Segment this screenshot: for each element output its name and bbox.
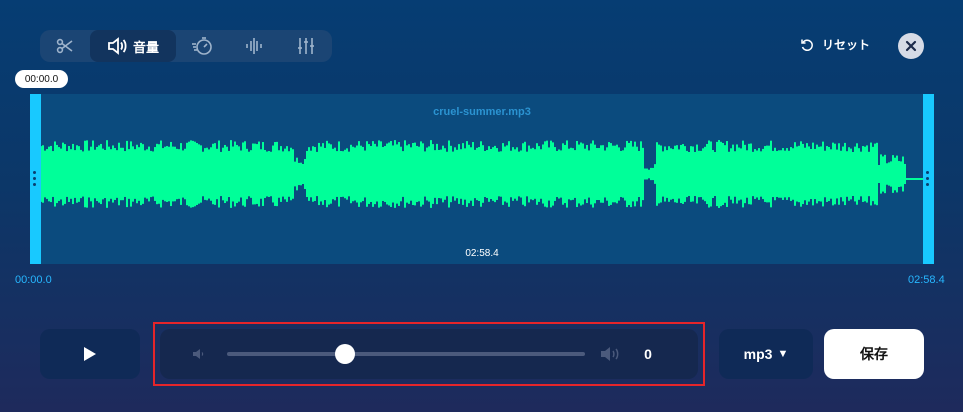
tab-equalizer[interactable]	[228, 30, 280, 62]
volume-icon	[108, 37, 127, 55]
speed-icon	[192, 37, 212, 55]
volume-slider-thumb[interactable]	[335, 344, 356, 364]
start-time: 00:00.0	[15, 274, 52, 286]
volume-low-icon	[193, 349, 204, 359]
trim-start-handle[interactable]	[30, 94, 41, 264]
scissors-icon	[56, 38, 73, 54]
tab-speed[interactable]	[176, 30, 228, 62]
tab-volume[interactable]: 音量	[90, 30, 176, 62]
waveform	[40, 140, 926, 208]
play-button[interactable]	[40, 329, 140, 379]
file-name: cruel-summer.mp3	[433, 106, 531, 118]
close-button[interactable]	[898, 33, 924, 59]
tab-volume-label: 音量	[132, 39, 159, 55]
selection-duration: 02:58.4	[465, 248, 499, 259]
mixer-sliders-icon	[298, 38, 314, 54]
reset-icon	[801, 39, 813, 51]
waveform-panel[interactable]	[30, 94, 934, 264]
equalizer-icon	[246, 38, 262, 54]
close-icon	[905, 40, 917, 52]
grip-dots-icon	[926, 171, 930, 187]
play-icon	[84, 347, 96, 361]
volume-value: 0	[644, 346, 652, 362]
tab-mixer[interactable]	[280, 30, 332, 62]
tool-tabs: 音量	[40, 30, 332, 62]
format-select[interactable]: mp3 ▼	[719, 329, 813, 379]
reset-button[interactable]: リセット	[800, 36, 870, 53]
format-selected-value: mp3	[743, 346, 773, 362]
tab-cut[interactable]	[40, 30, 90, 62]
reset-label: リセット	[822, 38, 871, 52]
trim-end-handle[interactable]	[923, 94, 934, 264]
grip-dots-icon	[33, 171, 37, 187]
volume-control: 0	[160, 329, 698, 379]
playhead-time-bubble: 00:00.0	[15, 70, 68, 88]
volume-slider-track[interactable]	[227, 352, 585, 356]
end-time: 02:58.4	[908, 274, 945, 286]
chevron-down-icon: ▼	[777, 348, 789, 360]
volume-high-icon	[601, 347, 619, 361]
save-button[interactable]: 保存	[824, 329, 924, 379]
